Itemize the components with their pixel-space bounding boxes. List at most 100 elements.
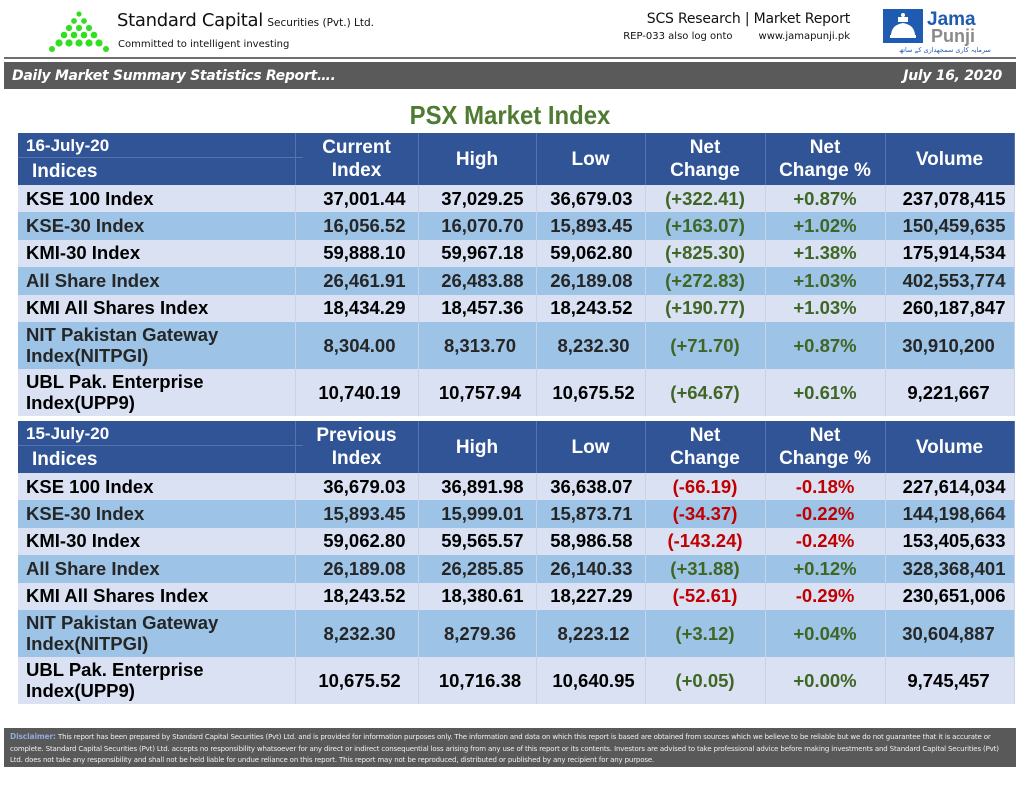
high-value: 59,565.57 [418,527,537,556]
net-change-pct: +1.38% [765,239,886,268]
index-name-line: Index(UPP9) [26,392,135,414]
header-net-change: Net Change [645,133,766,185]
index-name-line: NIT Pakistan Gateway [26,324,219,346]
website-link[interactable]: www.jamapunji.pk [759,31,850,42]
disclaimer-label: Disclaimer: [10,732,56,741]
net-change-pct: -0.18% [765,473,886,501]
index-value: 26,461.91 [295,267,419,295]
net-change: (+825.30) [645,239,766,268]
table-row: KMI All Shares Index 18,243.52 18,380.61 18… [18,582,1015,610]
low-value: 15,873.71 [536,500,646,528]
header-label: Index [331,448,382,469]
header-label: Previous [316,425,397,446]
index-name: KMI-30 Index [18,527,296,556]
table-row: UBL Pak. Enterprise Index(UPP9) 10,740.19 1… [18,368,1015,416]
disclaimer: Disclaimer: This report has been prepare… [4,728,1016,767]
volume-value: 153,405,633 [885,527,1015,556]
index-value: 10,740.19 [295,368,419,416]
index-name-line: KMI All Shares Index [26,585,209,607]
report-ref: REP-033 also log onto [623,31,733,42]
header-label: Volume [915,436,984,458]
high-value: 10,757.94 [418,368,537,416]
net-change: (+64.67) [645,368,766,416]
high-value: 10,716.38 [418,656,537,704]
high-value: 26,483.88 [418,267,537,295]
net-change-pct: +0.00% [765,656,886,704]
table-date: 15-July-20 [26,424,110,443]
volume-value: 9,221,667 [885,368,1015,416]
net-change-pct: +0.87% [765,185,886,213]
net-change-pct: +1.03% [765,267,886,295]
low-value: 58,986.58 [536,527,646,556]
index-name: KSE-30 Index [18,212,296,240]
index-name: KMI All Shares Index [18,294,296,322]
header-label: High [455,436,499,458]
net-change: (+31.88) [645,555,766,583]
section-title: PSX Market Index [409,100,611,130]
header-label: Net [809,137,841,158]
index-name: KSE 100 Index [18,473,296,501]
volume-value: 230,651,006 [885,582,1015,610]
research-subline: REP-033 also log onto www.jamapunji.pk [623,31,850,42]
index-name-line: UBL Pak. Enterprise [26,659,204,681]
net-change: (+0.05) [645,656,766,704]
high-value: 18,380.61 [418,582,537,610]
header-label: Volume [915,148,984,170]
volume-value: 9,745,457 [885,656,1015,704]
net-change: (+163.07) [645,212,766,240]
header-label: Change [670,448,740,469]
index-value: 36,679.03 [295,473,419,501]
high-value: 36,891.98 [418,473,537,501]
volume-value: 30,910,200 [885,321,1015,369]
table-row: KMI All Shares Index 18,434.29 18,457.36 18… [18,294,1015,322]
index-name: KMI-30 Index [18,239,296,268]
low-value: 59,062.80 [536,239,646,268]
high-value: 16,070.70 [418,212,537,240]
index-name: All Share Index [18,555,296,583]
index-name: All Share Index [18,267,296,295]
index-value: 26,189.08 [295,555,419,583]
index-name-line: All Share Index [26,557,160,579]
volume-value: 144,198,664 [885,500,1015,528]
index-name-line: NIT Pakistan Gateway [26,612,219,634]
index-name-line: KSE-30 Index [26,503,145,525]
header-net-change: Net Change [645,421,766,473]
header-label: Low [571,436,610,458]
header-index: Previous Index [295,421,419,473]
net-change-pct: +0.87% [765,321,886,369]
header-index: Current Index [295,133,419,185]
table-row: KSE 100 Index 36,679.03 36,891.98 36,638.07… [18,473,1015,501]
index-name: NIT Pakistan Gateway Index(NITPGI) [18,321,296,369]
volume-value: 30,604,887 [885,609,1015,657]
low-value: 15,893.45 [536,212,646,240]
header-low: Low [536,421,646,473]
index-name-line: KSE-30 Index [26,215,145,237]
net-change-pct: -0.24% [765,527,886,556]
low-value: 26,189.08 [536,267,646,295]
high-value: 37,029.25 [418,185,537,213]
brand-tagline: Committed to intelligent investing [118,39,290,50]
volume-value: 175,914,534 [885,239,1015,268]
net-change: (+71.70) [645,321,766,369]
index-value: 16,056.52 [295,212,419,240]
net-change-pct: +1.03% [765,294,886,322]
net-change-pct: +0.61% [765,368,886,416]
index-name-line: Index(NITPGI) [26,345,149,367]
index-name-line: KMI-30 Index [26,242,141,264]
low-value: 8,232.30 [536,321,646,369]
index-name-line: Index(UPP9) [26,680,135,702]
indices-label: Indices [18,157,303,184]
header-label: Change % [779,160,871,181]
table-row: KSE 100 Index 37,001.44 37,029.25 36,679.03… [18,185,1015,213]
index-value: 37,001.44 [295,185,419,213]
current-day-table: 16-July-20 Indices Current Index High Low Net C… [18,133,1015,416]
research-header: SCS Research | Market Report REP-033 als… [623,11,850,42]
header-label: Net [689,137,721,158]
header-net-change-pct: Net Change % [765,133,886,185]
net-change-pct: +0.12% [765,555,886,583]
volume-value: 260,187,847 [885,294,1015,322]
index-value: 59,888.10 [295,239,419,268]
index-value: 8,304.00 [295,321,419,369]
low-value: 18,227.29 [536,582,646,610]
low-value: 10,640.95 [536,656,646,704]
